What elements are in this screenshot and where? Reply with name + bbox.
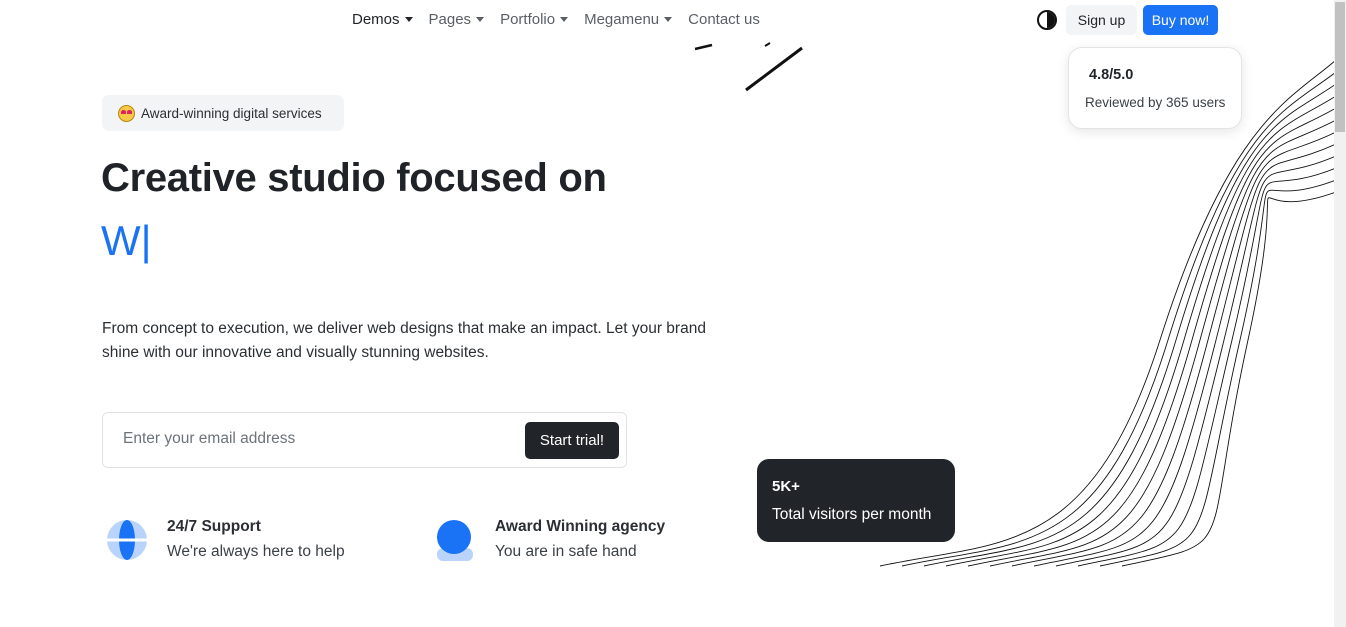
wave-line <box>989 119 1336 567</box>
feature-award: Award Winning agency You are in safe han… <box>433 518 665 562</box>
wave-line <box>1099 179 1336 567</box>
award-badge: Award-winning digital services <box>102 95 344 131</box>
nav-item-pages[interactable]: Pages <box>429 6 485 32</box>
decorative-strokes <box>694 42 803 92</box>
chevron-down-icon <box>404 16 413 22</box>
nav-item-megamenu[interactable]: Megamenu <box>584 6 673 32</box>
wave-line <box>945 95 1336 567</box>
hero-lead: From concept to execution, we deliver we… <box>102 320 706 361</box>
start-trial-button[interactable]: Start trial! <box>525 422 619 459</box>
typed-text: W| <box>101 217 152 264</box>
chevron-down-icon <box>664 16 673 22</box>
main-nav: Demos Pages Portfolio Megamenu Contact u… <box>352 6 760 32</box>
feature-desc: We're always here to help <box>167 543 345 560</box>
feature-title: 24/7 Support <box>167 518 261 535</box>
visitors-number: 5K+ <box>772 478 800 495</box>
nav-item-portfolio[interactable]: Portfolio <box>500 6 569 32</box>
chevron-down-icon <box>476 16 485 22</box>
scrollbar-thumb[interactable] <box>1335 2 1345 132</box>
wave-line <box>1011 131 1336 567</box>
nav-item-demos[interactable]: Demos <box>352 6 413 32</box>
heart-eyes-emoji-icon <box>118 104 135 122</box>
wave-line <box>923 83 1336 567</box>
wave-line <box>967 107 1336 567</box>
theme-toggle-icon[interactable] <box>1037 10 1057 30</box>
rating-card: 4.8/5.0 Reviewed by 365 users <box>1068 47 1242 129</box>
visitors-card: 5K+ Total visitors per month <box>757 459 955 542</box>
hero-headline: Creative studio focused on <box>101 156 607 200</box>
feature-support: 24/7 Support We're always here to help <box>105 518 345 562</box>
globe-icon <box>107 520 147 560</box>
rating-score: 4.8/5.0 <box>1089 67 1134 83</box>
wave-line <box>1121 191 1336 567</box>
wave-line <box>1055 155 1336 567</box>
visitors-label: Total visitors per month <box>772 506 932 523</box>
email-input[interactable] <box>123 430 503 448</box>
page-scrollbar[interactable] <box>1334 0 1346 627</box>
wave-line <box>1033 143 1336 567</box>
buy-now-button[interactable]: Buy now! <box>1143 5 1218 35</box>
chevron-down-icon <box>560 16 569 22</box>
user-icon <box>437 520 473 561</box>
feature-desc: You are in safe hand <box>495 543 637 560</box>
badge-label: Award-winning digital services <box>141 105 322 121</box>
email-form: Start trial! <box>102 412 627 468</box>
feature-title: Award Winning agency <box>495 518 666 535</box>
signup-button[interactable]: Sign up <box>1066 5 1137 35</box>
nav-item-contact[interactable]: Contact us <box>688 6 760 32</box>
wave-line <box>1077 167 1336 567</box>
rating-subtext: Reviewed by 365 users <box>1085 95 1226 110</box>
